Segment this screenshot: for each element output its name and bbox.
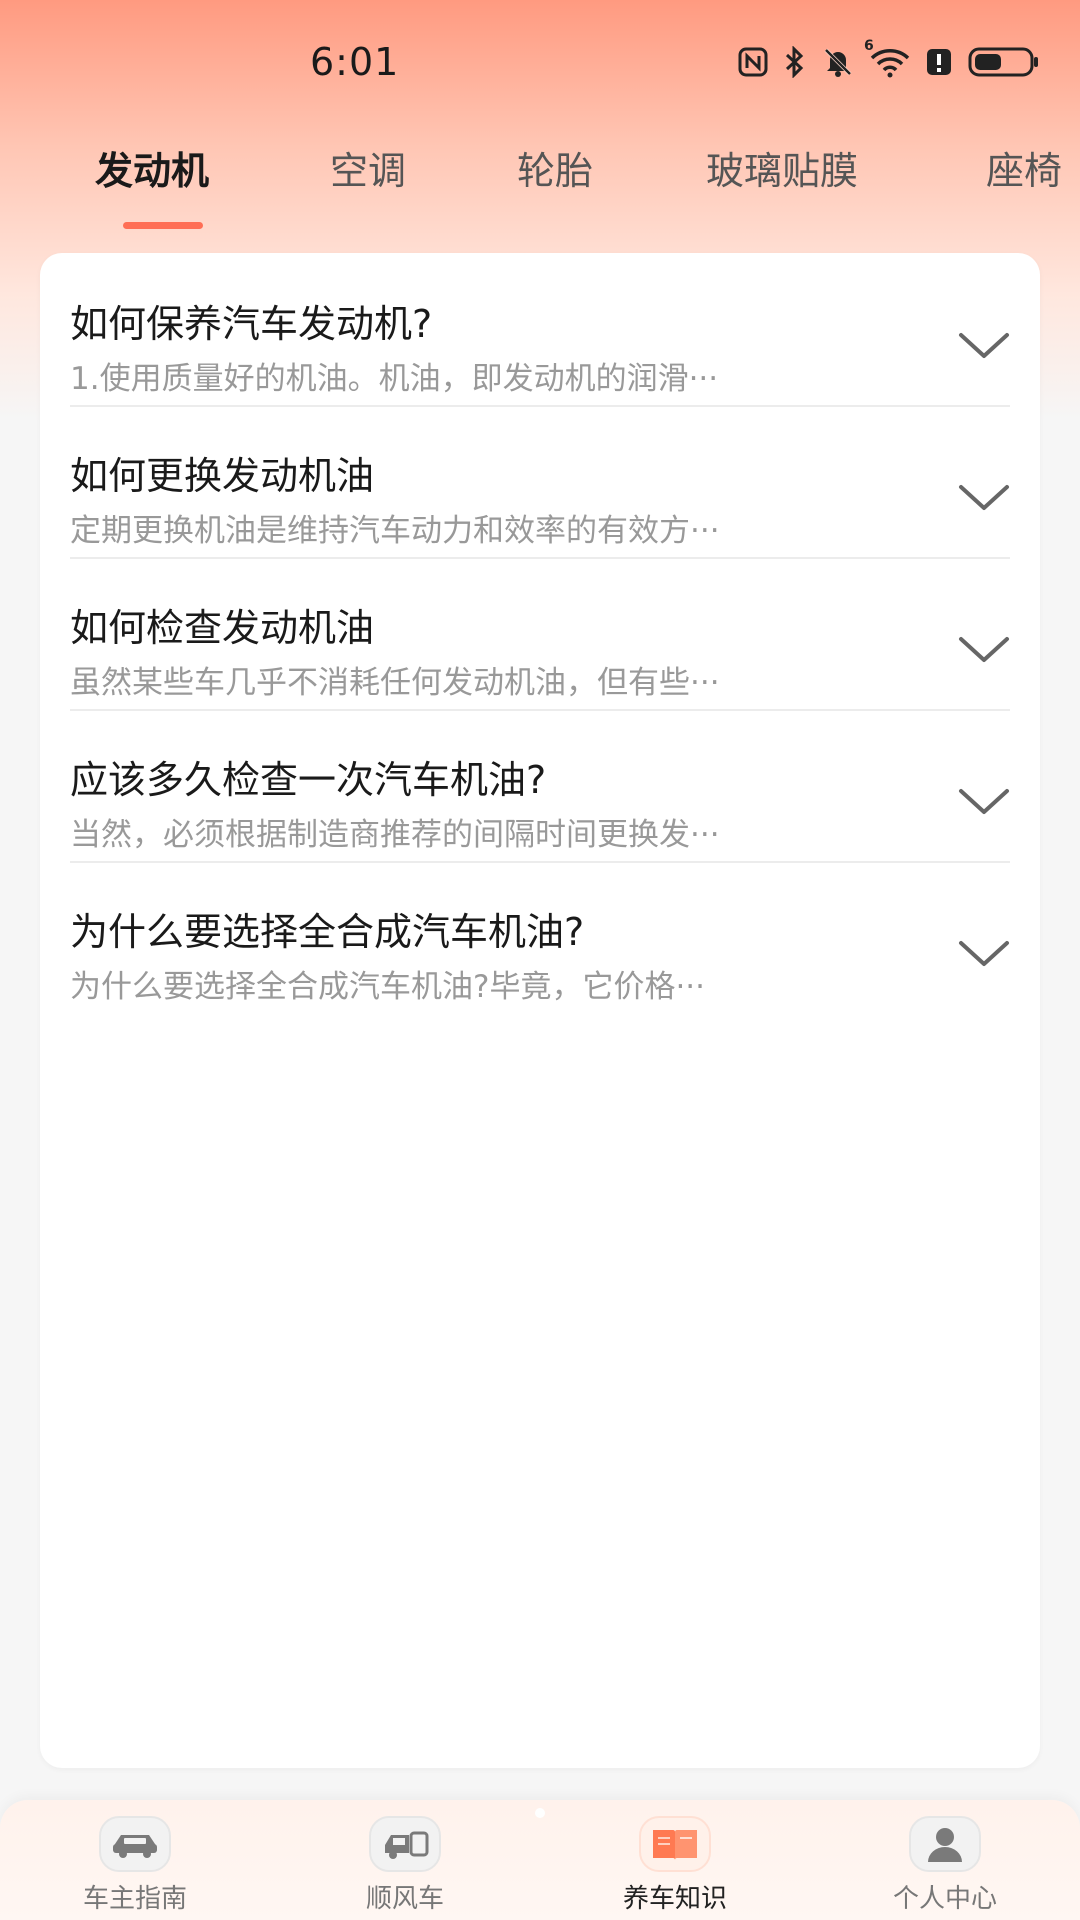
mute-bell-icon xyxy=(822,46,854,78)
rideshare-icon xyxy=(369,1816,441,1872)
tab-air-conditioning[interactable]: 空调 xyxy=(330,140,406,195)
bluetooth-icon xyxy=(784,46,806,78)
nav-label: 顺风车 xyxy=(365,1884,444,1914)
chevron-down-icon[interactable] xyxy=(958,787,1010,817)
book-icon xyxy=(639,1816,711,1872)
user-icon xyxy=(909,1816,981,1872)
nav-label: 个人中心 xyxy=(892,1884,997,1914)
tab-window-film[interactable]: 玻璃贴膜 xyxy=(706,140,858,195)
faq-preview: 当然，必须根据制造商推荐的间隔时间更换发··· xyxy=(70,817,720,853)
pager-dot xyxy=(535,1808,545,1818)
category-tab-bar: 发动机 空调 轮胎 玻璃贴膜 座椅 xyxy=(0,130,1080,240)
wifi-6-icon: 6 xyxy=(864,38,910,78)
wifi-badge: 6 xyxy=(864,38,874,54)
battery-alert-icon xyxy=(926,47,952,77)
status-time: 6:01 xyxy=(310,40,400,84)
faq-item-oil-check-frequency[interactable]: 应该多久检查一次汽车机油? 当然，必须根据制造商推荐的间隔时间更换发··· xyxy=(70,709,1010,863)
faq-title: 如何保养汽车发动机? xyxy=(70,302,433,346)
chevron-down-icon[interactable] xyxy=(958,483,1010,513)
faq-card: 如何保养汽车发动机? 1.使用质量好的机油。机油，即发动机的润滑··· 如何更换… xyxy=(40,253,1040,1768)
nfc-icon xyxy=(738,47,768,77)
active-tab-indicator xyxy=(123,222,203,229)
chevron-down-icon[interactable] xyxy=(958,635,1010,665)
bottom-nav: 车主指南 顺风车 养车知识 个人中心 xyxy=(0,1800,1080,1920)
nav-owner-guide[interactable]: 车主指南 xyxy=(35,1800,235,1920)
nav-label: 车主指南 xyxy=(82,1884,187,1914)
nav-label: 养车知识 xyxy=(622,1884,727,1914)
faq-item-check-oil[interactable]: 如何检查发动机油 虽然某些车几乎不消耗任何发动机油，但有些··· xyxy=(70,557,1010,711)
nav-rideshare[interactable]: 顺风车 xyxy=(305,1800,505,1920)
faq-preview: 1.使用质量好的机油。机油，即发动机的润滑··· xyxy=(70,361,719,397)
faq-preview: 虽然某些车几乎不消耗任何发动机油，但有些··· xyxy=(70,665,720,701)
faq-item-engine-maintenance[interactable]: 如何保养汽车发动机? 1.使用质量好的机油。机油，即发动机的润滑··· xyxy=(70,253,1010,407)
status-icons: 6 xyxy=(738,38,1040,78)
tab-seats[interactable]: 座椅 xyxy=(986,140,1062,195)
tab-engine[interactable]: 发动机 xyxy=(95,140,209,195)
faq-title: 应该多久检查一次汽车机油? xyxy=(70,758,547,802)
tab-tires[interactable]: 轮胎 xyxy=(517,140,593,195)
nav-car-care-knowledge[interactable]: 养车知识 xyxy=(575,1800,775,1920)
faq-title: 如何检查发动机油 xyxy=(70,606,375,650)
faq-title: 为什么要选择全合成汽车机油? xyxy=(70,910,585,954)
chevron-down-icon[interactable] xyxy=(958,331,1010,361)
battery-icon xyxy=(968,46,1040,78)
car-icon xyxy=(99,1816,171,1872)
faq-item-synthetic-oil[interactable]: 为什么要选择全合成汽车机油? 为什么要选择全合成汽车机油?毕竟，它价格··· xyxy=(70,861,1010,1013)
chevron-down-icon[interactable] xyxy=(958,939,1010,969)
nav-personal-center[interactable]: 个人中心 xyxy=(845,1800,1045,1920)
faq-item-change-oil[interactable]: 如何更换发动机油 定期更换机油是维持汽车动力和效率的有效方··· xyxy=(70,405,1010,559)
faq-title: 如何更换发动机油 xyxy=(70,454,375,498)
faq-preview: 定期更换机油是维持汽车动力和效率的有效方··· xyxy=(70,513,720,549)
status-bar: 6:01 6 xyxy=(0,0,1080,130)
faq-preview: 为什么要选择全合成汽车机油?毕竟，它价格··· xyxy=(70,969,706,1005)
